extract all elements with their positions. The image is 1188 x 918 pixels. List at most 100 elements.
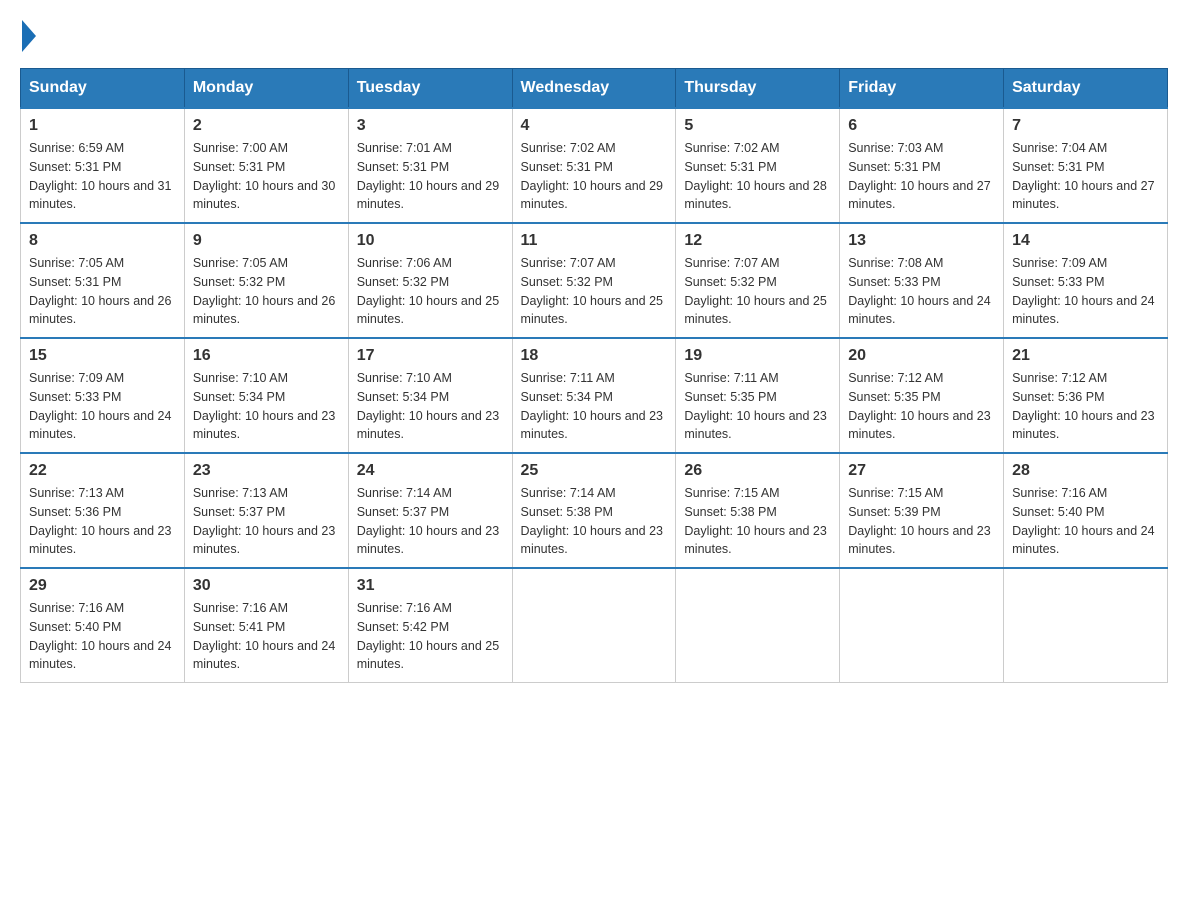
- day-number: 5: [684, 117, 831, 135]
- day-cell: 20 Sunrise: 7:12 AMSunset: 5:35 PMDaylig…: [840, 338, 1004, 453]
- day-info: Sunrise: 7:09 AMSunset: 5:33 PMDaylight:…: [29, 369, 176, 444]
- day-number: 10: [357, 232, 504, 250]
- day-number: 29: [29, 577, 176, 595]
- day-number: 14: [1012, 232, 1159, 250]
- header-tuesday: Tuesday: [348, 69, 512, 109]
- day-info: Sunrise: 7:13 AMSunset: 5:37 PMDaylight:…: [193, 484, 340, 559]
- day-number: 24: [357, 462, 504, 480]
- day-cell: 31 Sunrise: 7:16 AMSunset: 5:42 PMDaylig…: [348, 568, 512, 683]
- day-info: Sunrise: 7:15 AMSunset: 5:38 PMDaylight:…: [684, 484, 831, 559]
- day-cell: 15 Sunrise: 7:09 AMSunset: 5:33 PMDaylig…: [21, 338, 185, 453]
- week-row-1: 1 Sunrise: 6:59 AMSunset: 5:31 PMDayligh…: [21, 108, 1168, 223]
- day-info: Sunrise: 7:05 AMSunset: 5:31 PMDaylight:…: [29, 254, 176, 329]
- day-cell: 4 Sunrise: 7:02 AMSunset: 5:31 PMDayligh…: [512, 108, 676, 223]
- day-number: 1: [29, 117, 176, 135]
- day-info: Sunrise: 7:13 AMSunset: 5:36 PMDaylight:…: [29, 484, 176, 559]
- day-cell: 10 Sunrise: 7:06 AMSunset: 5:32 PMDaylig…: [348, 223, 512, 338]
- week-row-2: 8 Sunrise: 7:05 AMSunset: 5:31 PMDayligh…: [21, 223, 1168, 338]
- day-info: Sunrise: 7:07 AMSunset: 5:32 PMDaylight:…: [521, 254, 668, 329]
- day-info: Sunrise: 7:14 AMSunset: 5:38 PMDaylight:…: [521, 484, 668, 559]
- day-info: Sunrise: 7:06 AMSunset: 5:32 PMDaylight:…: [357, 254, 504, 329]
- day-cell: 25 Sunrise: 7:14 AMSunset: 5:38 PMDaylig…: [512, 453, 676, 568]
- day-cell: 9 Sunrise: 7:05 AMSunset: 5:32 PMDayligh…: [184, 223, 348, 338]
- day-number: 9: [193, 232, 340, 250]
- day-info: Sunrise: 7:10 AMSunset: 5:34 PMDaylight:…: [193, 369, 340, 444]
- day-number: 19: [684, 347, 831, 365]
- day-number: 27: [848, 462, 995, 480]
- calendar-body: 1 Sunrise: 6:59 AMSunset: 5:31 PMDayligh…: [21, 108, 1168, 683]
- day-number: 4: [521, 117, 668, 135]
- day-info: Sunrise: 7:16 AMSunset: 5:40 PMDaylight:…: [29, 599, 176, 674]
- day-number: 11: [521, 232, 668, 250]
- day-info: Sunrise: 7:16 AMSunset: 5:40 PMDaylight:…: [1012, 484, 1159, 559]
- day-cell: 30 Sunrise: 7:16 AMSunset: 5:41 PMDaylig…: [184, 568, 348, 683]
- day-cell: 5 Sunrise: 7:02 AMSunset: 5:31 PMDayligh…: [676, 108, 840, 223]
- day-number: 13: [848, 232, 995, 250]
- header-row: SundayMondayTuesdayWednesdayThursdayFrid…: [21, 69, 1168, 109]
- day-number: 25: [521, 462, 668, 480]
- day-info: Sunrise: 7:12 AMSunset: 5:36 PMDaylight:…: [1012, 369, 1159, 444]
- day-number: 31: [357, 577, 504, 595]
- day-info: Sunrise: 7:11 AMSunset: 5:35 PMDaylight:…: [684, 369, 831, 444]
- day-info: Sunrise: 7:04 AMSunset: 5:31 PMDaylight:…: [1012, 139, 1159, 214]
- page-header: [20, 20, 1168, 48]
- day-info: Sunrise: 7:16 AMSunset: 5:42 PMDaylight:…: [357, 599, 504, 674]
- day-number: 16: [193, 347, 340, 365]
- day-number: 2: [193, 117, 340, 135]
- day-cell: 7 Sunrise: 7:04 AMSunset: 5:31 PMDayligh…: [1004, 108, 1168, 223]
- logo-arrow-icon: [22, 20, 36, 52]
- day-info: Sunrise: 7:16 AMSunset: 5:41 PMDaylight:…: [193, 599, 340, 674]
- day-cell: 21 Sunrise: 7:12 AMSunset: 5:36 PMDaylig…: [1004, 338, 1168, 453]
- day-cell: 29 Sunrise: 7:16 AMSunset: 5:40 PMDaylig…: [21, 568, 185, 683]
- day-info: Sunrise: 7:00 AMSunset: 5:31 PMDaylight:…: [193, 139, 340, 214]
- day-number: 18: [521, 347, 668, 365]
- week-row-3: 15 Sunrise: 7:09 AMSunset: 5:33 PMDaylig…: [21, 338, 1168, 453]
- day-number: 15: [29, 347, 176, 365]
- day-info: Sunrise: 7:12 AMSunset: 5:35 PMDaylight:…: [848, 369, 995, 444]
- logo: [20, 20, 36, 48]
- day-cell: 18 Sunrise: 7:11 AMSunset: 5:34 PMDaylig…: [512, 338, 676, 453]
- day-cell: [840, 568, 1004, 683]
- day-cell: 12 Sunrise: 7:07 AMSunset: 5:32 PMDaylig…: [676, 223, 840, 338]
- day-info: Sunrise: 7:11 AMSunset: 5:34 PMDaylight:…: [521, 369, 668, 444]
- day-info: Sunrise: 7:10 AMSunset: 5:34 PMDaylight:…: [357, 369, 504, 444]
- day-info: Sunrise: 7:08 AMSunset: 5:33 PMDaylight:…: [848, 254, 995, 329]
- day-number: 12: [684, 232, 831, 250]
- day-info: Sunrise: 7:09 AMSunset: 5:33 PMDaylight:…: [1012, 254, 1159, 329]
- day-info: Sunrise: 7:03 AMSunset: 5:31 PMDaylight:…: [848, 139, 995, 214]
- day-cell: 8 Sunrise: 7:05 AMSunset: 5:31 PMDayligh…: [21, 223, 185, 338]
- day-cell: 17 Sunrise: 7:10 AMSunset: 5:34 PMDaylig…: [348, 338, 512, 453]
- day-number: 20: [848, 347, 995, 365]
- day-number: 30: [193, 577, 340, 595]
- day-info: Sunrise: 7:14 AMSunset: 5:37 PMDaylight:…: [357, 484, 504, 559]
- day-number: 22: [29, 462, 176, 480]
- day-cell: 19 Sunrise: 7:11 AMSunset: 5:35 PMDaylig…: [676, 338, 840, 453]
- header-saturday: Saturday: [1004, 69, 1168, 109]
- header-friday: Friday: [840, 69, 1004, 109]
- day-info: Sunrise: 7:05 AMSunset: 5:32 PMDaylight:…: [193, 254, 340, 329]
- day-cell: 23 Sunrise: 7:13 AMSunset: 5:37 PMDaylig…: [184, 453, 348, 568]
- header-wednesday: Wednesday: [512, 69, 676, 109]
- day-number: 21: [1012, 347, 1159, 365]
- day-info: Sunrise: 6:59 AMSunset: 5:31 PMDaylight:…: [29, 139, 176, 214]
- day-cell: 27 Sunrise: 7:15 AMSunset: 5:39 PMDaylig…: [840, 453, 1004, 568]
- day-info: Sunrise: 7:07 AMSunset: 5:32 PMDaylight:…: [684, 254, 831, 329]
- day-cell: 28 Sunrise: 7:16 AMSunset: 5:40 PMDaylig…: [1004, 453, 1168, 568]
- week-row-4: 22 Sunrise: 7:13 AMSunset: 5:36 PMDaylig…: [21, 453, 1168, 568]
- day-number: 23: [193, 462, 340, 480]
- day-number: 3: [357, 117, 504, 135]
- header-monday: Monday: [184, 69, 348, 109]
- day-number: 6: [848, 117, 995, 135]
- day-info: Sunrise: 7:02 AMSunset: 5:31 PMDaylight:…: [684, 139, 831, 214]
- day-cell: 11 Sunrise: 7:07 AMSunset: 5:32 PMDaylig…: [512, 223, 676, 338]
- day-number: 26: [684, 462, 831, 480]
- day-cell: 22 Sunrise: 7:13 AMSunset: 5:36 PMDaylig…: [21, 453, 185, 568]
- header-thursday: Thursday: [676, 69, 840, 109]
- day-cell: 26 Sunrise: 7:15 AMSunset: 5:38 PMDaylig…: [676, 453, 840, 568]
- day-cell: 16 Sunrise: 7:10 AMSunset: 5:34 PMDaylig…: [184, 338, 348, 453]
- day-number: 7: [1012, 117, 1159, 135]
- day-cell: 2 Sunrise: 7:00 AMSunset: 5:31 PMDayligh…: [184, 108, 348, 223]
- day-cell: 14 Sunrise: 7:09 AMSunset: 5:33 PMDaylig…: [1004, 223, 1168, 338]
- header-sunday: Sunday: [21, 69, 185, 109]
- day-cell: 1 Sunrise: 6:59 AMSunset: 5:31 PMDayligh…: [21, 108, 185, 223]
